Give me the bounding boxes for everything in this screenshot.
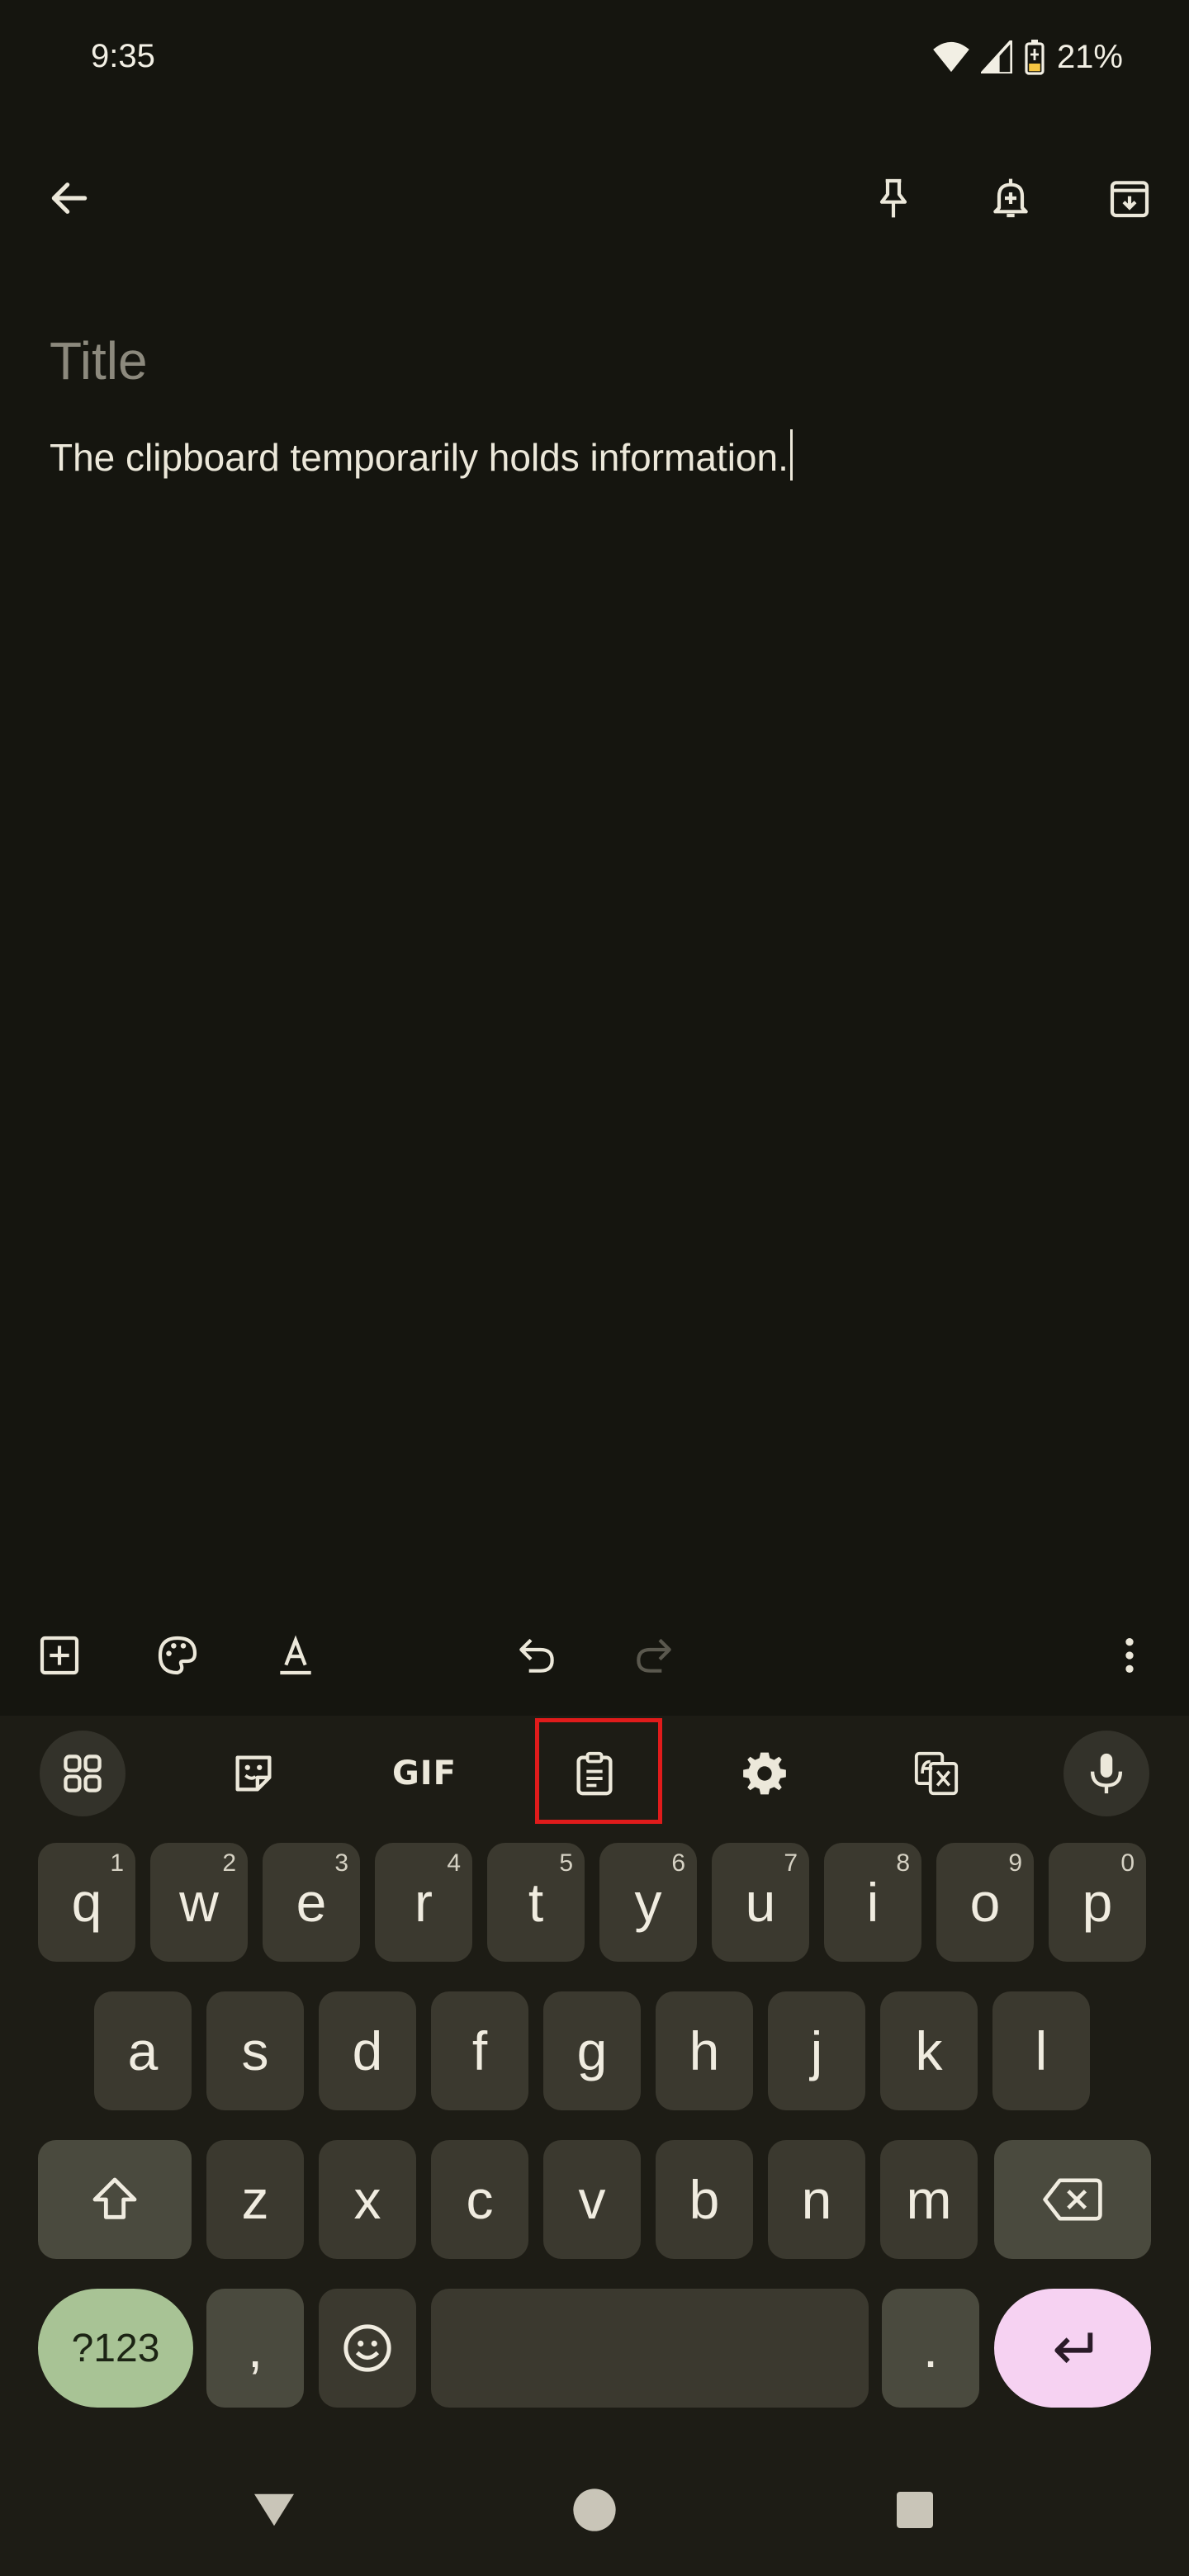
nav-home-circle-icon [573, 2488, 616, 2531]
key-e[interactable]: e3 [263, 1843, 360, 1962]
key-c[interactable]: c [431, 2140, 528, 2259]
text-format-button[interactable] [263, 1622, 329, 1688]
shift-icon [92, 2177, 137, 2219]
emoji-icon [343, 2324, 391, 2372]
microphone-icon [1090, 1753, 1123, 1794]
text-format-icon [280, 1635, 311, 1675]
note-body-text: The clipboard temporarily holds informat… [50, 436, 789, 479]
key-w[interactable]: w2 [150, 1843, 248, 1962]
key-t[interactable]: t5 [487, 1843, 585, 1962]
gif-icon: GIF [391, 1754, 457, 1792]
title-field[interactable]: Title [50, 330, 148, 391]
sticker-button[interactable] [211, 1731, 296, 1816]
keyboard-settings-button[interactable] [722, 1731, 808, 1816]
key-n[interactable]: n [768, 2140, 865, 2259]
nav-home-button[interactable] [561, 2477, 628, 2543]
reminder-bell-icon [993, 178, 1028, 218]
note-top-bar [0, 149, 1189, 248]
key-j[interactable]: j [768, 1991, 865, 2110]
translate-icon [914, 1751, 959, 1796]
voice-input-button[interactable] [1063, 1731, 1149, 1816]
key-z[interactable]: z [206, 2140, 304, 2259]
apps-grid-icon [64, 1754, 102, 1792]
key-a[interactable]: a [94, 1991, 192, 2110]
signal-icon [980, 40, 1012, 73]
apps-button[interactable] [40, 1731, 126, 1816]
enter-icon [1054, 2332, 1093, 2364]
key-v[interactable]: v [543, 2140, 641, 2259]
key-b[interactable]: b [656, 2140, 753, 2259]
gif-button[interactable]: GIF [381, 1731, 467, 1816]
archive-button[interactable] [1090, 159, 1169, 238]
text-cursor [789, 429, 793, 481]
backspace-icon [1043, 2178, 1102, 2221]
comma-key[interactable]: , [206, 2289, 304, 2408]
nav-back-triangle-icon [254, 2493, 294, 2526]
editor-toolbar [0, 1618, 1189, 1693]
status-time: 9:35 [91, 38, 155, 74]
nav-back-button[interactable] [241, 2477, 307, 2543]
enter-key[interactable] [994, 2289, 1151, 2408]
pin-button[interactable] [854, 159, 933, 238]
status-bar: 9:35 21% [0, 0, 1189, 124]
key-f[interactable]: f [431, 1991, 528, 2110]
key-g[interactable]: g [543, 1991, 641, 2110]
key-y[interactable]: y6 [599, 1843, 697, 1962]
backspace-key[interactable] [994, 2140, 1151, 2259]
space-key[interactable] [431, 2289, 869, 2408]
background-color-button[interactable] [144, 1622, 211, 1688]
key-r[interactable]: r4 [375, 1843, 472, 1962]
pin-icon [879, 178, 907, 218]
system-nav-bar [0, 2444, 1189, 2576]
battery-icon [1025, 40, 1045, 75]
note-body-field[interactable]: The clipboard temporarily holds informat… [50, 429, 793, 481]
palette-icon [158, 1636, 197, 1675]
status-icons: 21% [933, 36, 1123, 78]
key-s[interactable]: s [206, 1991, 304, 2110]
translate-button[interactable] [893, 1731, 979, 1816]
battery-percent: 21% [1056, 38, 1123, 75]
redo-button[interactable] [621, 1622, 687, 1688]
key-d[interactable]: d [319, 1991, 416, 2110]
key-o[interactable]: o9 [936, 1843, 1034, 1962]
key-x[interactable]: x [319, 2140, 416, 2259]
key-u[interactable]: u7 [712, 1843, 809, 1962]
key-p[interactable]: p0 [1049, 1843, 1146, 1962]
archive-icon [1110, 181, 1149, 218]
period-key[interactable]: . [882, 2289, 979, 2408]
key-k[interactable]: k [880, 1991, 978, 2110]
back-button[interactable] [30, 159, 109, 238]
more-vert-icon [1125, 1638, 1134, 1673]
key-m[interactable]: m [880, 2140, 978, 2259]
reminder-button[interactable] [971, 159, 1050, 238]
add-box-icon [40, 1636, 79, 1675]
symbols-key[interactable]: ?123 [38, 2289, 193, 2408]
add-content-button[interactable] [26, 1622, 92, 1688]
key-i[interactable]: i8 [824, 1843, 921, 1962]
undo-icon [519, 1638, 554, 1673]
wifi-icon [933, 41, 969, 73]
key-l[interactable]: l [992, 1991, 1090, 2110]
settings-gear-icon [743, 1752, 786, 1795]
sticker-icon [235, 1755, 272, 1792]
more-options-button[interactable] [1097, 1622, 1163, 1688]
redo-icon [637, 1638, 671, 1673]
clipboard-highlight-box [535, 1718, 662, 1824]
shift-key[interactable] [38, 2140, 192, 2259]
emoji-key[interactable] [319, 2289, 416, 2408]
key-h[interactable]: h [656, 1991, 753, 2110]
key-q[interactable]: q1 [38, 1843, 135, 1962]
nav-recents-button[interactable] [882, 2477, 948, 2543]
back-arrow-icon [51, 182, 88, 214]
nav-recents-square-icon [897, 2492, 933, 2528]
undo-button[interactable] [504, 1622, 570, 1688]
